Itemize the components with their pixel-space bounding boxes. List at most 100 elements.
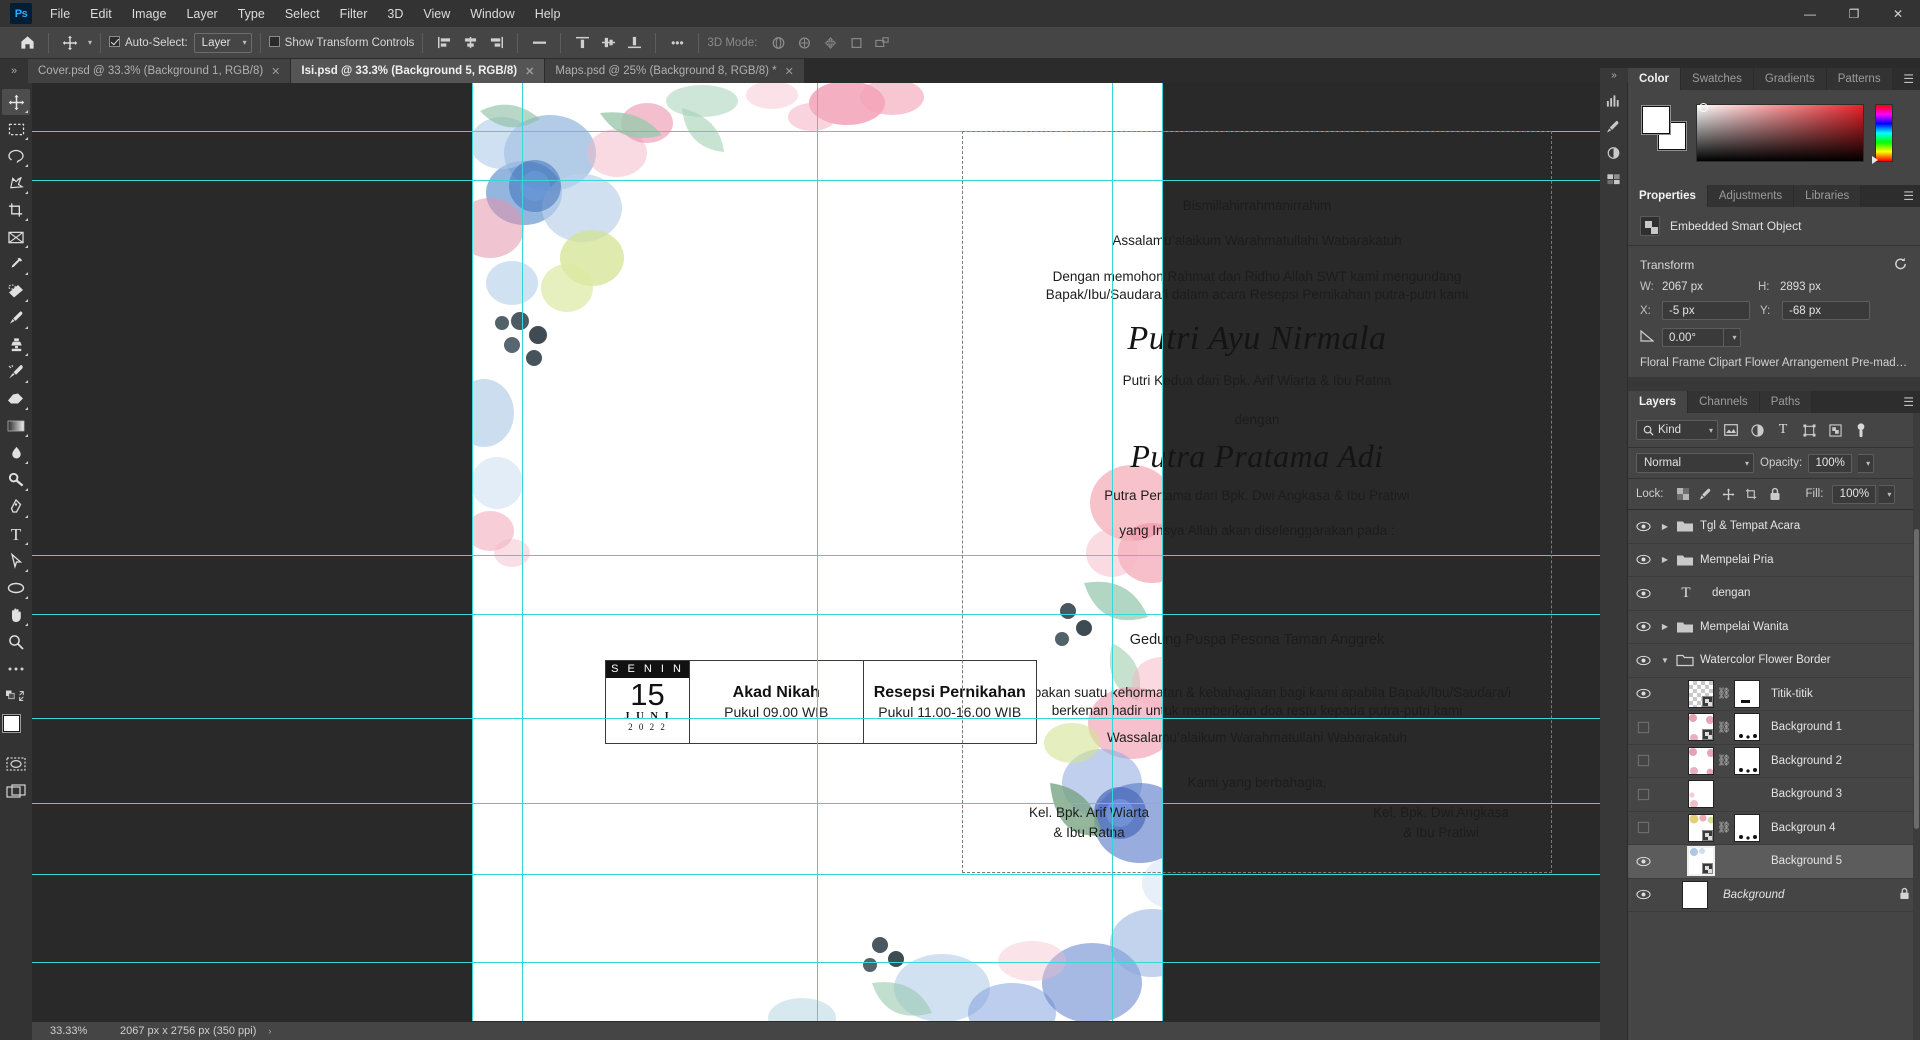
move-tool-icon[interactable]: [57, 31, 83, 55]
fill-input[interactable]: 100%: [1832, 484, 1877, 504]
layer-thumbnail[interactable]: [1688, 679, 1714, 708]
menu-image[interactable]: Image: [122, 3, 177, 25]
tab-layers[interactable]: Layers: [1628, 391, 1689, 413]
menu-filter[interactable]: Filter: [330, 3, 378, 25]
align-horizontal-centers-icon[interactable]: [457, 31, 483, 55]
layer-thumbnail[interactable]: [1688, 813, 1714, 842]
pen-tool[interactable]: [2, 494, 30, 520]
layer-row[interactable]: ⛓ Backgroun 4: [1628, 812, 1920, 845]
layer-row[interactable]: ⛓ Background 2: [1628, 745, 1920, 778]
tab-channels[interactable]: Channels: [1688, 391, 1760, 413]
canvas-area[interactable]: Bismillahirrahmanirrahim Assalamu’alaiku…: [32, 83, 1600, 1021]
frame-tool[interactable]: [2, 224, 30, 250]
lasso-tool[interactable]: [2, 143, 30, 169]
eraser-tool[interactable]: [2, 386, 30, 412]
layer-name[interactable]: Titik-titik: [1767, 688, 1920, 700]
layer-row[interactable]: Background 3: [1628, 778, 1920, 812]
zoom-level[interactable]: 33.33%: [32, 1025, 110, 1037]
guide-horizontal[interactable]: [32, 555, 1600, 556]
color-field[interactable]: [1696, 103, 1864, 162]
align-right-edges-icon[interactable]: [483, 31, 509, 55]
tab-swatches[interactable]: Swatches: [1681, 68, 1754, 90]
layer-mask-thumbnail[interactable]: [1734, 713, 1760, 742]
guide-horizontal[interactable]: [32, 180, 1600, 181]
layer-row[interactable]: ⛓ Background 1: [1628, 711, 1920, 745]
minimize-button[interactable]: —: [1788, 0, 1832, 27]
layer-name[interactable]: Mempelai Wanita: [1696, 621, 1920, 633]
tab-adjustments[interactable]: Adjustments: [1707, 185, 1795, 207]
close-icon[interactable]: ✕: [785, 65, 794, 78]
guide-vertical[interactable]: [1112, 83, 1113, 1021]
layer-name[interactable]: Background 5: [1767, 855, 1920, 867]
auto-select-checkbox[interactable]: Auto-Select:: [109, 36, 188, 49]
restore-button[interactable]: ❐: [1832, 0, 1876, 27]
hand-tool[interactable]: [2, 602, 30, 628]
guide-horizontal[interactable]: [32, 874, 1600, 875]
color-picker-ring[interactable]: [1699, 103, 1708, 112]
visibility-toggle-icon[interactable]: [1630, 688, 1656, 699]
panel-menu-icon[interactable]: ☰: [1903, 395, 1914, 409]
opacity-dropdown-icon[interactable]: ▾: [1858, 453, 1875, 473]
color-swatches[interactable]: [2, 714, 30, 742]
object-selection-tool[interactable]: [2, 170, 30, 196]
fill-dropdown-icon[interactable]: ▾: [1879, 484, 1896, 504]
crop-tool[interactable]: [2, 197, 30, 223]
chevron-right-icon[interactable]: ▶: [1656, 555, 1674, 564]
y-input[interactable]: -68 px: [1782, 301, 1870, 320]
toolbar-collapse-icon[interactable]: »: [0, 59, 28, 83]
menu-view[interactable]: View: [413, 3, 460, 25]
hue-slider-marker[interactable]: [1872, 156, 1878, 164]
layer-thumbnail[interactable]: [1682, 880, 1708, 909]
tab-patterns[interactable]: Patterns: [1826, 68, 1893, 90]
visibility-toggle-icon[interactable]: [1630, 621, 1656, 632]
chevron-right-icon[interactable]: ▶: [1656, 622, 1674, 631]
styles-icon[interactable]: [1602, 167, 1626, 191]
shape-filter-icon[interactable]: [1796, 419, 1822, 441]
guide-horizontal[interactable]: [32, 718, 1600, 719]
align-horizontal-distribute-icon[interactable]: [526, 31, 552, 55]
link-mask-icon[interactable]: ⛓: [1717, 687, 1731, 700]
layer-row[interactable]: Background: [1628, 879, 1920, 912]
layer-mask-thumbnail[interactable]: [1734, 813, 1760, 842]
show-transform-controls-checkbox[interactable]: Show Transform Controls: [268, 36, 414, 49]
path-selection-tool[interactable]: [2, 548, 30, 574]
brush-settings-icon[interactable]: [1602, 115, 1626, 139]
layer-name[interactable]: Mempelai Pria: [1696, 554, 1920, 566]
menu-file[interactable]: File: [40, 3, 80, 25]
menu-3d[interactable]: 3D: [377, 3, 413, 25]
layer-name[interactable]: Backgroun 4: [1767, 822, 1920, 834]
move-tool[interactable]: [2, 89, 30, 115]
lock-transparent-icon[interactable]: [1673, 484, 1693, 504]
tab-properties[interactable]: Properties: [1628, 185, 1708, 207]
layer-row[interactable]: Background 5: [1628, 845, 1920, 879]
histogram-icon[interactable]: [1602, 89, 1626, 113]
clone-stamp-tool[interactable]: [2, 332, 30, 358]
gradient-tool[interactable]: [2, 413, 30, 439]
type-tool[interactable]: T: [2, 521, 30, 547]
visibility-toggle-icon[interactable]: [1630, 721, 1656, 734]
link-mask-icon[interactable]: ⛓: [1717, 754, 1731, 767]
close-button[interactable]: ✕: [1876, 0, 1920, 27]
visibility-toggle-icon[interactable]: [1630, 856, 1656, 867]
chevron-down-icon[interactable]: ▼: [1656, 656, 1674, 665]
layer-kind-filter[interactable]: Kind ▾: [1636, 420, 1718, 440]
angle-input[interactable]: 0.00°: [1662, 328, 1724, 347]
width-value[interactable]: 2067 px: [1662, 281, 1758, 293]
layer-name[interactable]: Watercolor Flower Border: [1696, 654, 1920, 666]
more-options-icon[interactable]: •••: [664, 31, 690, 55]
tab-cover-psd[interactable]: Cover.psd @ 33.3% (Background 1, RGB/8) …: [28, 59, 292, 83]
guide-horizontal[interactable]: [32, 803, 1600, 804]
blend-mode-dropdown[interactable]: Normal ▾: [1636, 453, 1754, 473]
menu-window[interactable]: Window: [460, 3, 524, 25]
visibility-toggle-icon[interactable]: [1630, 521, 1656, 532]
visibility-toggle-icon[interactable]: [1630, 588, 1656, 599]
layer-row[interactable]: ▶ Mempelai Wanita: [1628, 611, 1920, 644]
tab-isi-psd[interactable]: Isi.psd @ 33.3% (Background 5, RGB/8) ✕: [291, 59, 546, 83]
visibility-toggle-icon[interactable]: [1630, 889, 1656, 900]
panel-menu-icon[interactable]: ☰: [1903, 72, 1914, 86]
3d-pan-icon[interactable]: [817, 31, 843, 55]
link-mask-icon[interactable]: ⛓: [1717, 821, 1731, 834]
tab-color[interactable]: Color: [1628, 68, 1682, 90]
ellipse-tool[interactable]: [2, 575, 30, 601]
dock-collapse-icon[interactable]: »: [1600, 68, 1628, 83]
